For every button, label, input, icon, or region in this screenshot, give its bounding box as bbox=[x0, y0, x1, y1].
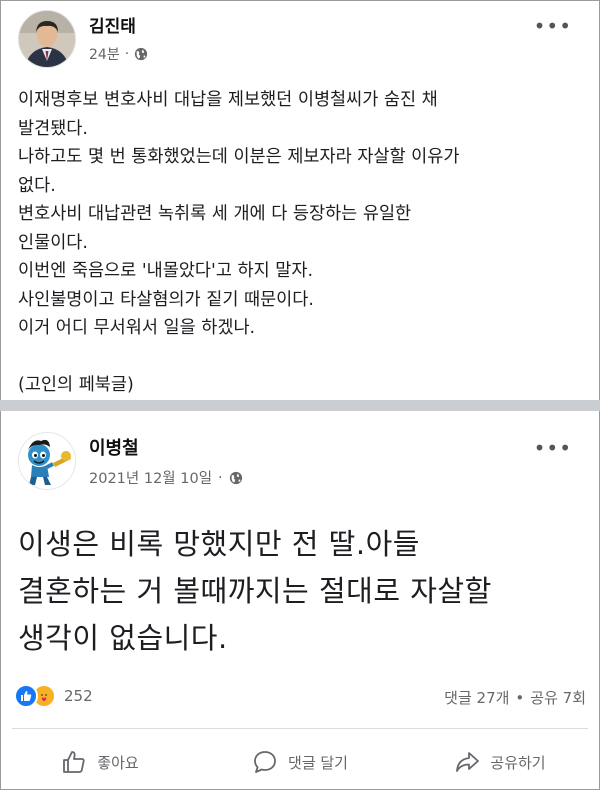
engagement-counts: 댓글 27개 • 공유 7회 bbox=[444, 687, 586, 708]
post-line: 인물이다. bbox=[18, 232, 88, 253]
more-options-icon[interactable]: ••• bbox=[534, 436, 572, 460]
post-meta: 2021년 12월 10일 · bbox=[89, 467, 243, 488]
post-footer-line: (고인의 페북글) bbox=[18, 374, 134, 395]
post-line: 이번엔 죽음으로 '내몰았다'고 하지 말자. bbox=[18, 261, 314, 281]
author-name[interactable]: 이병철 bbox=[89, 434, 139, 460]
post-line: 생각이 없습니다. bbox=[18, 621, 228, 655]
post-line: 사인불명이고 타살혐의가 짙기 때문이다. bbox=[18, 289, 314, 310]
post-stats: 252 댓글 27개 • 공유 7회 bbox=[14, 684, 586, 714]
share-button[interactable]: 공유하기 bbox=[400, 736, 600, 788]
post-line: 결혼하는 거 볼때까지는 절대로 자살할 bbox=[18, 574, 492, 608]
avatar[interactable] bbox=[18, 10, 76, 68]
comment-icon bbox=[254, 751, 276, 773]
post-line: 나하고도 몇 번 통화했었는데 이분은 제보자라 자살할 이유가 bbox=[18, 147, 460, 167]
post-time[interactable]: 24분 bbox=[89, 44, 120, 64]
post-text: 이재명후보 변호사비 대납을 제보했던 이병철씨가 숨진 채 발견됐다. 나하고… bbox=[18, 86, 578, 399]
comment-button[interactable]: 댓글 달기 bbox=[200, 736, 400, 788]
author-name[interactable]: 김진태 bbox=[89, 12, 136, 37]
globe-icon bbox=[229, 471, 242, 484]
post-line: 없다. bbox=[18, 175, 56, 196]
share-arrow-icon bbox=[456, 752, 480, 772]
comment-label: 댓글 달기 bbox=[288, 753, 348, 772]
share-count[interactable]: 공유 7회 bbox=[530, 689, 586, 707]
post-line: 이재명후보 변호사비 대납을 제보했던 이병철씨가 숨진 채 bbox=[18, 90, 438, 110]
like-reaction-icon bbox=[14, 684, 38, 708]
post-divider bbox=[0, 400, 600, 411]
reaction-count: 252 bbox=[64, 687, 93, 705]
like-button[interactable]: 좋아요 bbox=[0, 736, 200, 788]
post-date[interactable]: 2021년 12월 10일 bbox=[89, 467, 212, 488]
dot-separator: · bbox=[218, 469, 223, 486]
post-line: 변호사비 대납관련 녹취록 세 개에 다 등장하는 유일한 bbox=[18, 204, 412, 224]
post-line: 이거 어디 무서워서 일을 하겠나. bbox=[18, 318, 256, 338]
post-line: 이생은 비록 망했지만 전 딸.아들 bbox=[18, 527, 420, 561]
more-options-icon[interactable]: ••• bbox=[534, 14, 572, 38]
actions-divider bbox=[12, 728, 588, 729]
share-label: 공유하기 bbox=[490, 753, 546, 772]
thumbs-up-icon bbox=[63, 751, 85, 773]
post-kim: 김진태 24분 · ••• 이재명후보 변호사비 대납을 제보했던 이병철씨가 … bbox=[0, 0, 600, 400]
globe-icon bbox=[135, 47, 148, 61]
post-meta: 24분 · bbox=[89, 44, 148, 64]
reactions-summary[interactable]: 252 bbox=[14, 684, 93, 708]
post-text: 이생은 비록 망했지만 전 딸.아들 결혼하는 거 볼때까지는 절대로 자살할 … bbox=[18, 521, 583, 662]
dot-separator: · bbox=[124, 46, 130, 62]
post-actions: 좋아요 댓글 달기 공유하기 bbox=[0, 736, 600, 788]
post-line: 발견됐다. bbox=[18, 118, 88, 139]
avatar[interactable] bbox=[18, 432, 76, 490]
separator: • bbox=[515, 689, 525, 707]
comment-count[interactable]: 댓글 27개 bbox=[444, 689, 509, 707]
like-label: 좋아요 bbox=[97, 753, 139, 772]
